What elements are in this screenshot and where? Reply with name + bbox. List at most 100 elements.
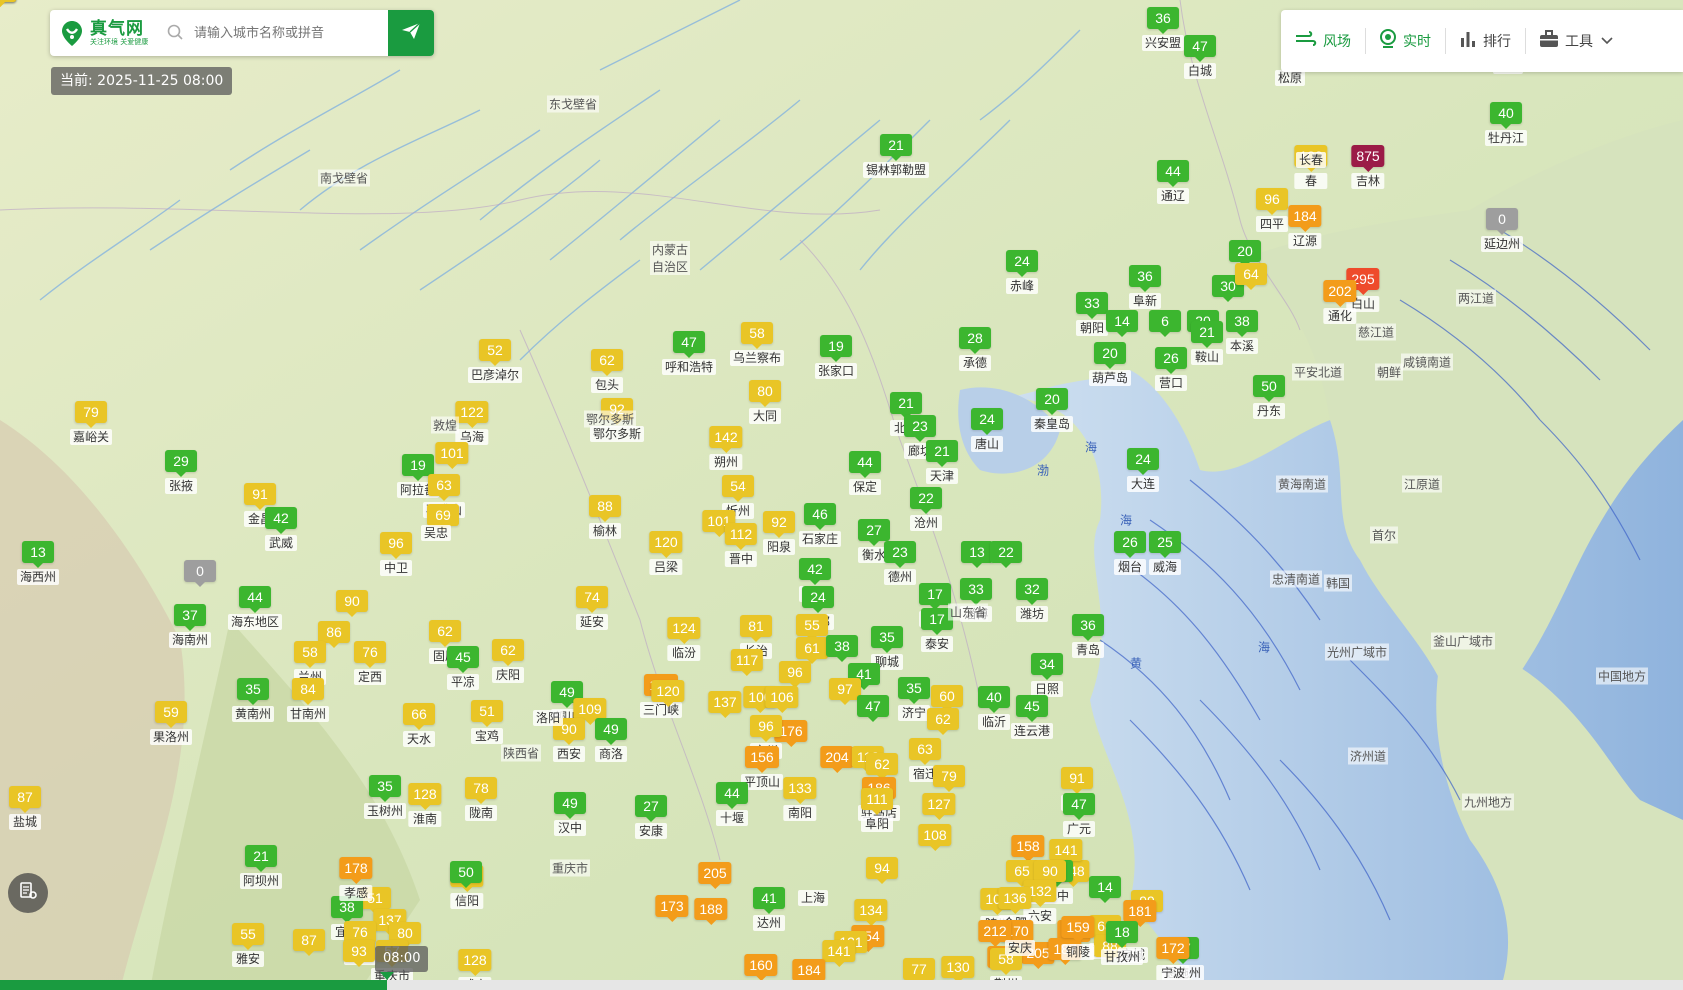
station-marker[interactable]: 62 包头 [591,349,623,393]
station-marker[interactable]: 长春 [1295,152,1327,168]
station-marker[interactable]: 111 阜阳 [861,788,893,832]
station-marker[interactable]: 49 汉中 [554,792,586,836]
station-marker[interactable]: 137 [708,691,742,718]
station-marker[interactable]: 0 [184,560,216,587]
station-marker[interactable]: 128 淮南 [408,783,442,827]
station-marker[interactable]: 22 沧州 [910,487,942,531]
station-marker[interactable]: 44 海东地区 [227,586,283,630]
station-marker[interactable]: 90 [336,590,368,617]
station-marker[interactable]: 122 乌海 [455,401,489,445]
station-marker[interactable]: 212 [978,920,1012,947]
station-marker[interactable]: 875 吉林 [1351,145,1385,189]
station-marker[interactable]: 47 白城 [1184,35,1216,79]
timeline-handle[interactable] [380,972,395,980]
station-marker[interactable]: 60 [931,685,963,712]
station-marker[interactable]: 173 [655,895,689,922]
station-marker[interactable]: 109 [573,698,607,725]
station-marker[interactable]: 0 延边州 [1480,208,1524,252]
station-marker[interactable]: 55 [796,614,828,641]
station-marker[interactable]: 26 烟台 [1114,531,1146,575]
station-marker[interactable]: 69 [427,504,459,531]
station-marker[interactable]: 35 黄南州 [231,678,275,722]
station-marker[interactable]: 117 [730,649,764,676]
station-marker[interactable]: 上海 [797,890,829,906]
station-marker[interactable]: 88 [0,0,16,7]
station-marker[interactable]: 96 [779,661,811,688]
station-marker[interactable]: 62 [866,753,898,780]
station-marker[interactable]: 133 南阳 [783,777,817,821]
station-marker[interactable]: 13 [961,541,993,568]
station-marker[interactable]: 77 [903,958,935,985]
station-marker[interactable]: 141 [822,940,856,967]
station-marker[interactable]: 29 张掖 [165,450,197,494]
station-marker[interactable]: 96 四平 [1256,188,1288,232]
station-marker[interactable]: 22 [990,541,1022,568]
station-marker[interactable]: 32 潍坊 [1016,578,1048,622]
station-marker[interactable]: 20 [1229,240,1261,267]
station-marker[interactable]: 79 [933,765,965,792]
station-marker[interactable]: 13 海西州 [16,541,60,585]
station-marker[interactable]: 33 朝阳 [1076,292,1108,336]
station-marker[interactable]: 158 [1011,835,1045,862]
search-submit-button[interactable] [388,10,434,56]
station-marker[interactable]: 52 巴彦淖尔 [467,339,523,383]
station-marker[interactable]: 106 [765,686,799,713]
station-marker[interactable]: 20 秦皇岛 [1030,388,1074,432]
wind-field-button[interactable]: 风场 [1281,10,1365,72]
station-marker[interactable]: 19 张家口 [814,335,858,379]
station-marker[interactable]: 27 安康 [635,795,667,839]
station-marker[interactable]: 42 武威 [265,507,297,551]
station-marker[interactable]: 90 [1034,860,1066,887]
station-marker[interactable]: 58 乌兰察布 [729,322,785,366]
station-marker[interactable]: 184 辽源 [1288,205,1322,249]
station-marker[interactable]: 26 营口 [1155,347,1187,391]
station-marker[interactable]: 64 [1235,263,1267,290]
station-marker[interactable]: 23 德州 [884,541,916,585]
station-marker[interactable]: 87 [293,929,325,956]
station-marker[interactable]: 24 唐山 [971,408,1003,452]
station-marker[interactable]: 84 甘南州 [286,678,330,722]
station-marker[interactable]: 51 宝鸡 [471,700,503,744]
station-marker[interactable]: 49 商洛 [595,718,627,762]
station-marker[interactable]: 20 葫芦岛 [1088,342,1132,386]
station-marker[interactable]: 112 晋中 [724,523,758,567]
station-marker[interactable]: 18 甘孜州 [1100,921,1144,965]
station-marker[interactable]: 41 达州 [753,887,785,931]
station-marker[interactable]: 134 [854,899,888,926]
station-marker[interactable]: 40 临沂 [978,686,1010,730]
station-marker[interactable]: 87 盐城 [9,786,41,830]
station-marker[interactable]: 66 天水 [403,703,435,747]
station-marker[interactable]: 36 阜新 [1129,265,1161,309]
station-marker[interactable]: 76 定西 [354,641,386,685]
station-marker[interactable]: 松原 [1274,70,1306,86]
station-marker[interactable]: 205 [698,862,732,889]
station-marker[interactable]: 47 广元 [1063,793,1095,837]
station-marker[interactable]: 47 呼和浩特 [661,331,717,375]
station-marker[interactable]: 25 威海 [1149,531,1181,575]
station-marker[interactable]: 44 十堰 [716,782,748,826]
station-marker[interactable]: 50 [450,861,482,888]
station-marker[interactable]: 24 赤峰 [1006,250,1038,294]
station-marker[interactable]: 37 海南州 [168,604,212,648]
station-marker[interactable]: 204 [820,746,854,773]
station-marker[interactable]: 40 牡丹江 [1484,102,1528,146]
station-marker[interactable]: 46 石家庄 [798,503,842,547]
station-marker[interactable]: 61 [796,637,828,664]
station-marker[interactable]: 洛阳 [532,710,564,726]
ranking-button[interactable]: 排行 [1445,10,1525,72]
station-marker[interactable]: 86 [318,621,350,648]
station-marker[interactable]: 44 保定 [849,451,881,495]
station-marker[interactable]: 78 陇南 [465,777,497,821]
station-marker[interactable]: 80 大同 [749,380,781,424]
station-marker[interactable]: 130 [941,956,975,983]
station-marker[interactable]: 47 [857,695,889,722]
station-marker[interactable]: 124 临汾 [667,617,701,661]
station-marker[interactable]: 34 日照 [1031,653,1063,697]
station-marker[interactable]: 35 玉树州 [363,775,407,819]
station-marker[interactable]: 94 [866,857,898,884]
station-marker[interactable]: 38 [826,635,858,662]
station-marker[interactable]: 159 铜陵 [1061,916,1095,960]
station-marker[interactable]: 202 通化 [1323,280,1357,324]
station-marker[interactable]: 172 宁波 [1156,937,1190,981]
station-marker[interactable]: 安庆 [1004,940,1036,956]
